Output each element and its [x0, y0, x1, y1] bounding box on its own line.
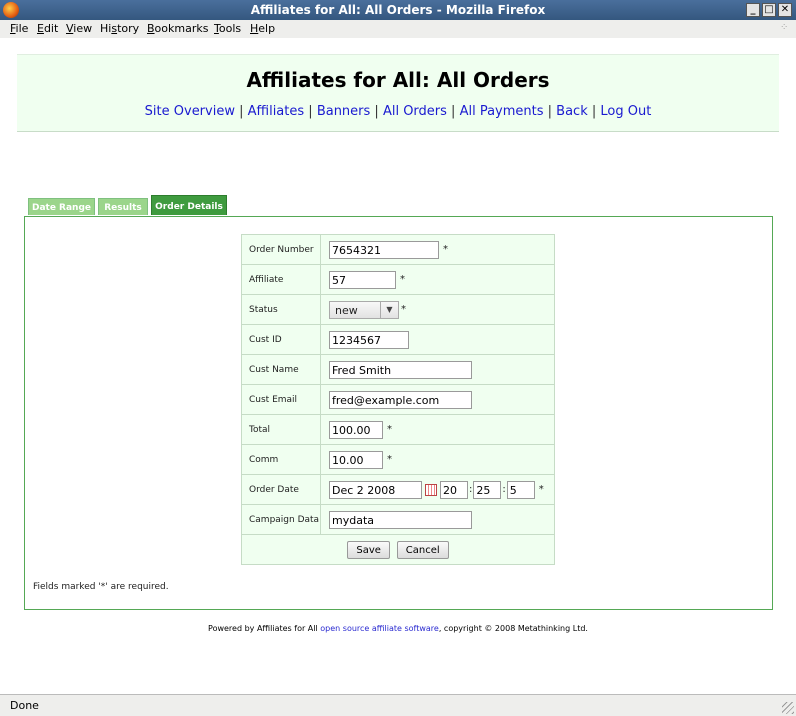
- form-row-order-date: Order Date Dec 2 2008 20:25:5 *: [241, 474, 555, 505]
- footer-link[interactable]: open source affiliate software: [320, 624, 439, 633]
- campaign-data-label: Campaign Data: [241, 504, 321, 535]
- menu-bookmarks[interactable]: Bookmarks: [147, 22, 208, 35]
- required-marker: *: [387, 454, 392, 465]
- order-second-input[interactable]: 5: [506, 480, 535, 499]
- calendar-icon[interactable]: [425, 483, 437, 496]
- time-separator: :: [469, 484, 473, 495]
- page-content: Affiliates for All: All Orders Site Over…: [0, 38, 796, 694]
- nav-links: Site Overview | Affiliates | Banners | A…: [17, 104, 779, 119]
- menu-view[interactable]: View: [66, 22, 92, 35]
- affiliate-label: Affiliate: [241, 264, 321, 295]
- cancel-button[interactable]: Cancel: [396, 540, 449, 559]
- nav-separator: |: [304, 104, 317, 119]
- status-label: Status: [241, 294, 321, 325]
- save-button[interactable]: Save: [347, 540, 390, 559]
- nav-all-payments[interactable]: All Payments: [460, 104, 544, 119]
- status-text: Done: [10, 699, 39, 712]
- campaign-data-input[interactable]: mydata: [329, 510, 472, 529]
- form-row-cust-name: Cust Name Fred Smith: [241, 354, 555, 385]
- menu-tools[interactable]: Tools: [214, 22, 241, 35]
- footer-prefix: Powered by Affiliates for All: [208, 624, 321, 633]
- throbber-icon: ⁘: [780, 22, 789, 33]
- chevron-down-icon[interactable]: ▼: [380, 301, 398, 318]
- nav-log-out[interactable]: Log Out: [600, 104, 651, 119]
- total-input[interactable]: 100.00: [329, 420, 383, 439]
- form-row-cust-id: Cust ID 1234567: [241, 324, 555, 355]
- nav-banners[interactable]: Banners: [317, 104, 370, 119]
- menu-history[interactable]: History: [100, 22, 139, 35]
- page-footer: Powered by Affiliates for All open sourc…: [0, 624, 796, 633]
- form-row-cust-email: Cust Email fred@example.com: [241, 384, 555, 415]
- menu-bar: File Edit View History Bookmarks Tools H…: [0, 20, 796, 38]
- page-title: Affiliates for All: All Orders: [246, 68, 550, 92]
- form-row-order-number: Order Number 7654321 *: [241, 234, 555, 265]
- tab-date-range[interactable]: Date Range: [28, 198, 95, 215]
- cust-name-label: Cust Name: [241, 354, 321, 385]
- time-separator: :: [502, 484, 506, 495]
- order-form: Order Number 7654321 * Affiliate 57 * Stat…: [241, 234, 555, 565]
- browser-window: Affiliates for All: All Orders - Mozilla…: [0, 0, 796, 716]
- affiliate-input[interactable]: 57: [329, 270, 396, 289]
- required-fields-note: Fields marked '*' are required.: [33, 582, 169, 592]
- form-row-status: Status new ▼ *: [241, 294, 555, 325]
- nav-separator: |: [370, 104, 383, 119]
- form-row-buttons: Save Cancel: [241, 534, 555, 565]
- cust-email-label: Cust Email: [241, 384, 321, 415]
- window-title: Affiliates for All: All Orders - Mozilla…: [250, 3, 546, 17]
- maximize-button[interactable]: □: [762, 3, 776, 17]
- form-row-total: Total 100.00 *: [241, 414, 555, 445]
- nav-back[interactable]: Back: [556, 104, 588, 119]
- minimize-button[interactable]: _: [746, 3, 760, 17]
- cust-email-input[interactable]: fred@example.com: [329, 390, 472, 409]
- order-date-label: Order Date: [241, 474, 321, 505]
- required-marker: *: [538, 484, 544, 495]
- cust-name-input[interactable]: Fred Smith: [329, 360, 472, 379]
- comm-input[interactable]: 10.00: [329, 450, 383, 469]
- nav-all-orders[interactable]: All Orders: [383, 104, 447, 119]
- form-row-campaign-data: Campaign Data mydata: [241, 504, 555, 535]
- required-marker: *: [387, 424, 392, 435]
- title-bar[interactable]: Affiliates for All: All Orders - Mozilla…: [0, 0, 796, 20]
- menu-help[interactable]: Help: [250, 22, 275, 35]
- status-selected-value: new: [335, 303, 358, 317]
- order-number-label: Order Number: [241, 234, 321, 265]
- page-header: Affiliates for All: All Orders Site Over…: [17, 54, 779, 132]
- nav-separator: |: [543, 104, 557, 119]
- nav-affiliates[interactable]: Affiliates: [248, 104, 305, 119]
- order-number-input[interactable]: 7654321: [329, 240, 439, 259]
- required-marker: *: [401, 304, 406, 315]
- status-bar: Done: [0, 694, 796, 716]
- menu-edit[interactable]: Edit: [37, 22, 58, 35]
- tab-results[interactable]: Results: [98, 198, 148, 215]
- form-row-affiliate: Affiliate 57 *: [241, 264, 555, 295]
- comm-label: Comm: [241, 444, 321, 475]
- footer-suffix: , copyright © 2008 Metathinking Ltd.: [438, 624, 588, 633]
- resize-grip-icon[interactable]: [782, 702, 794, 714]
- nav-separator: |: [587, 104, 601, 119]
- order-details-panel: Order Number 7654321 * Affiliate 57 * Stat…: [24, 216, 773, 610]
- order-minute-input[interactable]: 25: [473, 480, 502, 499]
- required-marker: *: [400, 274, 405, 285]
- tab-order-details[interactable]: Order Details: [151, 195, 227, 215]
- order-hour-input[interactable]: 20: [440, 480, 468, 499]
- required-marker: *: [443, 244, 448, 255]
- status-select[interactable]: new ▼: [329, 300, 399, 319]
- form-row-comm: Comm 10.00 *: [241, 444, 555, 475]
- menu-file[interactable]: File: [10, 22, 28, 35]
- cust-id-label: Cust ID: [241, 324, 321, 355]
- nav-separator: |: [446, 104, 460, 119]
- nav-separator: |: [234, 104, 248, 119]
- nav-site-overview[interactable]: Site Overview: [145, 104, 235, 119]
- close-button[interactable]: ✕: [778, 3, 792, 17]
- total-label: Total: [241, 414, 321, 445]
- order-date-input[interactable]: Dec 2 2008: [329, 480, 422, 499]
- cust-id-input[interactable]: 1234567: [329, 330, 409, 349]
